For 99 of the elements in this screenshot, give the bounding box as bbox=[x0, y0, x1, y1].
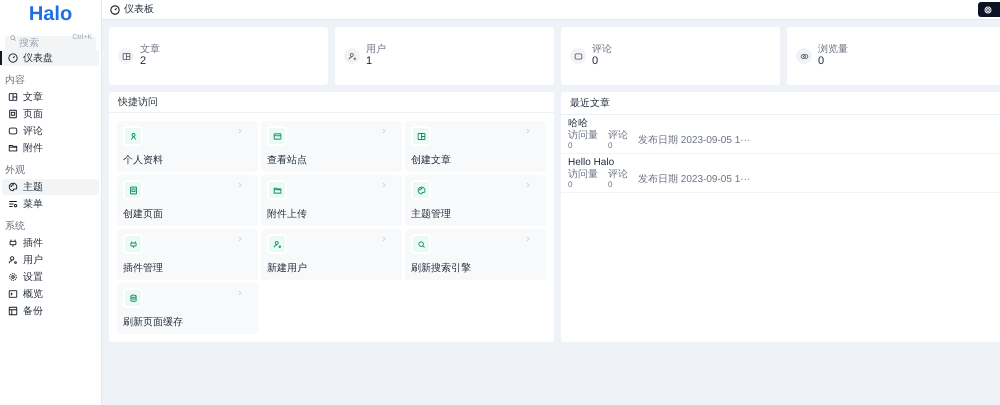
tile-label: 附件上传 bbox=[267, 209, 308, 221]
section-label: 系统 bbox=[4, 220, 26, 234]
shortcut-tile[interactable]: 创建文章 bbox=[405, 121, 546, 172]
nav-item[interactable]: 附件 bbox=[2, 140, 99, 156]
shortcut-tile[interactable]: 创建页面 bbox=[117, 175, 258, 226]
stat-value: 0 bbox=[818, 55, 826, 68]
tile-label: 创建文章 bbox=[411, 155, 452, 167]
chevron-icon bbox=[526, 128, 530, 134]
eye-icon bbox=[800, 52, 808, 60]
nav-item[interactable]: 用户 bbox=[2, 252, 99, 268]
nav-item[interactable]: 备份 bbox=[2, 303, 99, 319]
meta-value: 0 bbox=[608, 180, 614, 189]
section-label: 内容 bbox=[4, 74, 26, 88]
palette-icon bbox=[8, 182, 18, 192]
chevron-icon bbox=[238, 182, 242, 188]
chevron-icon bbox=[238, 236, 242, 242]
section-label: 外观 bbox=[4, 164, 26, 178]
stat-value: 0 bbox=[592, 55, 600, 68]
section-title: 快捷访问 bbox=[118, 96, 158, 110]
shortcut-tile[interactable]: 新建用户 bbox=[261, 229, 402, 280]
nav-item[interactable]: 文章 bbox=[2, 89, 99, 105]
shortcut-tile[interactable]: 刷新页面缓存 bbox=[117, 283, 258, 334]
stat-value: 1 bbox=[366, 55, 374, 68]
chevron-icon bbox=[526, 236, 530, 242]
chevron-icon bbox=[238, 128, 242, 134]
tile-label: 新建用户 bbox=[267, 263, 308, 275]
stat-label: 用户 bbox=[366, 44, 386, 55]
layout-icon bbox=[122, 52, 130, 60]
user-icon bbox=[272, 240, 282, 248]
meta-label: 评论 bbox=[608, 169, 628, 180]
stat-label: 浏览量 bbox=[818, 44, 848, 55]
nav-item[interactable]: 评论 bbox=[2, 123, 99, 139]
post-date: 发布日期 2023-09-05 1··· bbox=[638, 172, 750, 186]
shortcut-tile[interactable]: 附件上传 bbox=[261, 175, 402, 226]
post-title[interactable]: Hello Halo bbox=[568, 157, 999, 169]
logo: Halo bbox=[28, 2, 74, 27]
tile-label: 刷新页面缓存 bbox=[123, 317, 184, 329]
nav-item[interactable]: 设置 bbox=[2, 269, 99, 285]
shortcut-tile[interactable]: 刷新搜索引擎 bbox=[405, 229, 546, 280]
user-icon bbox=[8, 255, 18, 265]
comment-icon bbox=[8, 126, 18, 136]
tile-label: 个人资料 bbox=[123, 155, 164, 167]
layout-icon bbox=[416, 132, 426, 140]
person-icon bbox=[128, 132, 138, 140]
search-icon bbox=[416, 240, 426, 248]
stat-value: 2 bbox=[140, 55, 148, 68]
shortcut-tile[interactable]: 插件管理 bbox=[117, 229, 258, 280]
post-date: 发布日期 2023-09-05 1··· bbox=[638, 134, 750, 148]
meta-label: 评论 bbox=[608, 130, 628, 141]
plug-icon bbox=[128, 240, 138, 248]
stat-label: 文章 bbox=[140, 44, 160, 55]
page-icon bbox=[128, 186, 138, 194]
grid-icon bbox=[8, 306, 18, 316]
settings-icon bbox=[8, 272, 18, 282]
plug-icon bbox=[8, 238, 18, 248]
chevron-icon bbox=[382, 128, 386, 134]
tile-label: 插件管理 bbox=[123, 263, 164, 275]
meta-label: 访问量 bbox=[568, 130, 598, 141]
layout-icon bbox=[8, 92, 18, 102]
post-title[interactable]: 哈哈 bbox=[568, 118, 999, 130]
stat-label: 评论 bbox=[592, 44, 612, 55]
user-icon bbox=[348, 52, 356, 60]
database-icon bbox=[128, 294, 138, 302]
meta-value: 0 bbox=[608, 141, 614, 150]
shortcut-tile[interactable]: 主题管理 bbox=[405, 175, 546, 226]
section-title: 最近文章 bbox=[570, 96, 610, 110]
nav-item[interactable]: 页面 bbox=[2, 106, 99, 122]
dashboard-icon bbox=[110, 4, 120, 14]
dashboard-icon bbox=[8, 53, 18, 63]
meta-value: 0 bbox=[568, 141, 574, 150]
meta-label: 访问量 bbox=[568, 169, 598, 180]
nav-item[interactable]: 仪表盘 bbox=[2, 50, 99, 66]
chevron-icon bbox=[526, 182, 530, 188]
tile-label: 主题管理 bbox=[411, 209, 452, 221]
shortcut-tile[interactable]: 个人资料 bbox=[117, 121, 258, 172]
search-icon bbox=[9, 34, 17, 42]
palette-icon bbox=[416, 186, 426, 194]
settings-icon bbox=[984, 6, 992, 14]
nav-item[interactable]: 主题 bbox=[2, 179, 99, 195]
page-icon bbox=[8, 109, 18, 119]
tile-label: 刷新搜索引擎 bbox=[411, 263, 472, 275]
window-icon bbox=[272, 132, 282, 140]
chevron-icon bbox=[238, 290, 242, 296]
nav-item[interactable]: 概览 bbox=[2, 286, 99, 302]
tile-label: 查看站点 bbox=[267, 155, 308, 167]
chevron-icon bbox=[382, 182, 386, 188]
comment-icon bbox=[574, 52, 582, 60]
page-title: 仪表板 bbox=[124, 2, 154, 17]
meta-value: 0 bbox=[568, 180, 574, 189]
folder-icon bbox=[272, 186, 282, 194]
chevron-icon bbox=[382, 236, 386, 242]
folder-icon bbox=[8, 143, 18, 153]
nav-item[interactable]: 插件 bbox=[2, 235, 99, 251]
settings-button[interactable] bbox=[978, 2, 1000, 17]
shortcut-tile[interactable]: 查看站点 bbox=[261, 121, 402, 172]
nav-item[interactable]: 菜单 bbox=[2, 196, 99, 212]
list-icon bbox=[8, 199, 18, 209]
terminal-icon bbox=[8, 289, 18, 299]
tile-label: 创建页面 bbox=[123, 209, 164, 221]
